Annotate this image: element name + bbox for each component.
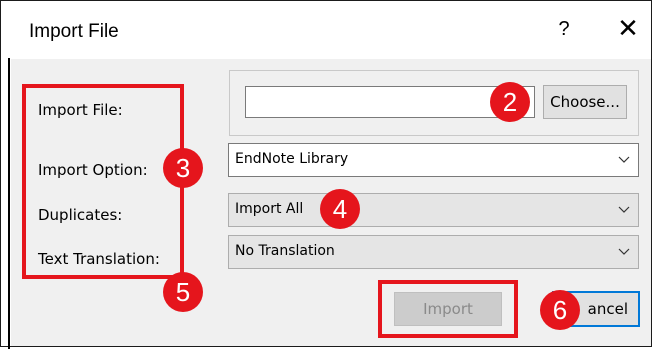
left-divider xyxy=(8,58,10,349)
text-translation-value: No Translation xyxy=(235,243,335,259)
choose-button[interactable]: Choose... xyxy=(543,85,627,119)
annotation-badge-3: 3 xyxy=(163,148,203,188)
import-option-value: EndNote Library xyxy=(235,151,349,167)
annotation-badge-5: 5 xyxy=(163,272,203,312)
import-highlight-box xyxy=(378,280,518,338)
annotation-badge-6: 6 xyxy=(540,290,580,330)
labels-highlight-box xyxy=(22,84,184,279)
close-button[interactable]: ✕ xyxy=(611,13,645,45)
chevron-down-icon xyxy=(618,248,630,255)
annotation-badge-4: 4 xyxy=(320,189,360,229)
text-translation-select[interactable]: No Translation xyxy=(228,235,639,269)
import-option-select[interactable]: EndNote Library xyxy=(228,143,639,177)
annotation-badge-2: 2 xyxy=(490,82,530,122)
chevron-down-icon xyxy=(618,156,630,163)
duplicates-select[interactable]: Import All xyxy=(228,193,639,227)
duplicates-value: Import All xyxy=(235,201,304,217)
title-bar: Import File ? ✕ xyxy=(1,1,651,59)
dialog-title: Import File xyxy=(29,21,119,42)
chevron-down-icon xyxy=(618,206,630,213)
help-button[interactable]: ? xyxy=(549,13,579,45)
